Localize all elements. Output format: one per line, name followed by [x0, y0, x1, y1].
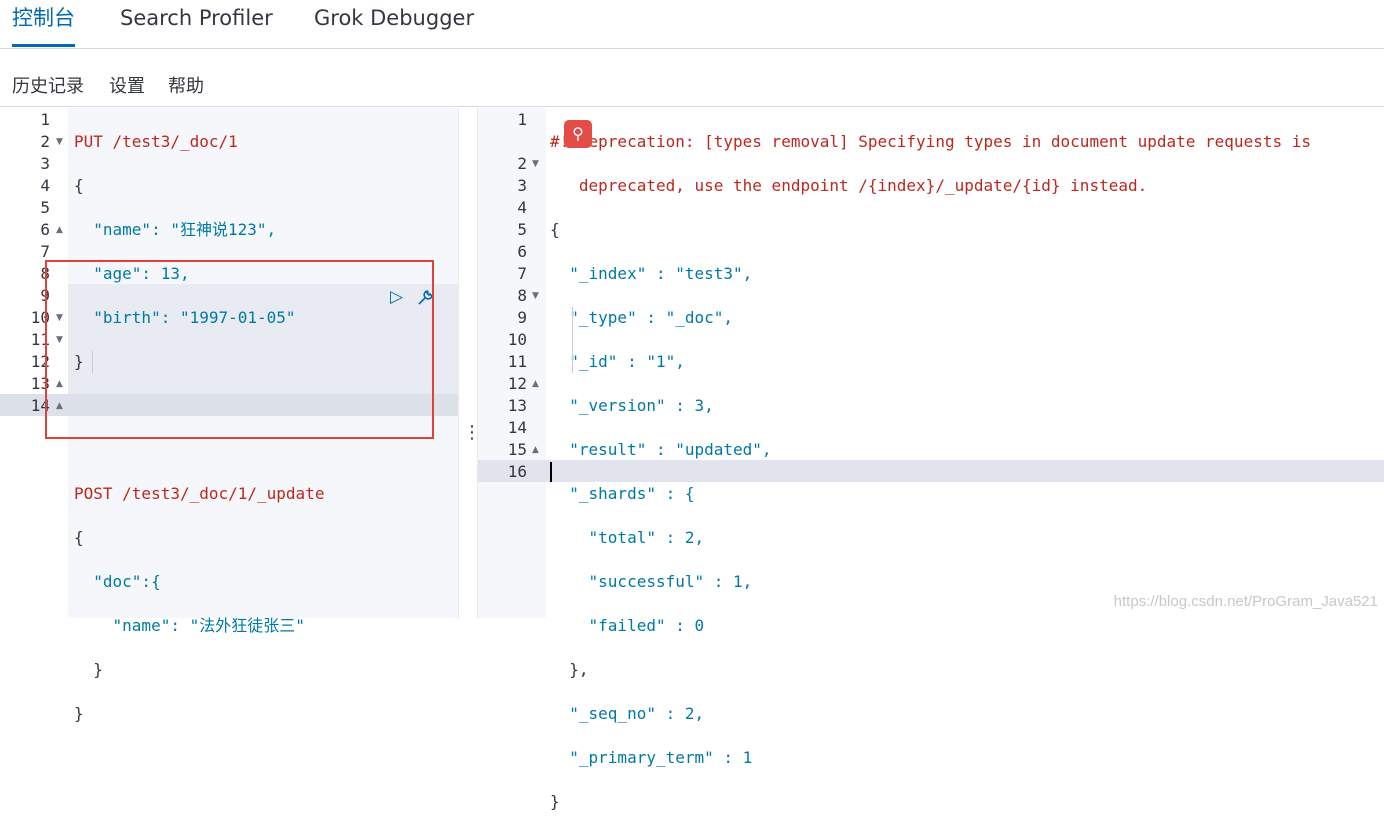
- line-number: 6: [40, 220, 50, 239]
- fold-open-icon[interactable]: ▼: [532, 291, 539, 301]
- line-number: 13: [507, 396, 527, 415]
- tab-search-profiler[interactable]: Search Profiler: [120, 0, 273, 46]
- line-number: 16: [507, 462, 527, 481]
- code-line: "_id" : "1",: [550, 352, 685, 371]
- fold-close-icon[interactable]: ▲: [532, 379, 539, 389]
- line-number: 15: [507, 440, 527, 459]
- watermark: https://blog.csdn.net/ProGram_Java521: [1113, 593, 1378, 610]
- line-number: 5: [40, 198, 50, 217]
- line-number: 7: [517, 264, 527, 283]
- code-line: #! Deprecation: [types removal] Specifyi…: [550, 132, 1311, 151]
- line-number: 1: [517, 110, 527, 129]
- line-number: 5: [517, 220, 527, 239]
- code-line: {: [74, 176, 84, 195]
- text-cursor: [550, 462, 552, 482]
- line-number: 12: [507, 374, 527, 393]
- line-number: 3: [517, 176, 527, 195]
- line-number: 9: [517, 308, 527, 327]
- code-line: "name": "狂神说123",: [74, 220, 277, 239]
- line-number: 2: [40, 132, 50, 151]
- line-number: 4: [517, 198, 527, 217]
- line-number: 6: [517, 242, 527, 261]
- tab-console[interactable]: 控制台: [12, 0, 75, 47]
- code-line: }: [74, 704, 84, 723]
- line-number: 1: [40, 110, 50, 129]
- line-number: 2: [517, 154, 527, 173]
- code-line: "_shards" : {: [550, 484, 695, 503]
- panel-resizer[interactable]: [458, 108, 478, 618]
- code-line: {: [74, 528, 84, 547]
- fold-open-icon[interactable]: ▼: [56, 137, 63, 147]
- tab-grok-debugger[interactable]: Grok Debugger: [314, 0, 474, 46]
- line-number: 4: [40, 176, 50, 195]
- top-tab-bar: 控制台 Search Profiler Grok Debugger: [0, 0, 1384, 49]
- code-line: "failed" : 0: [550, 616, 705, 635]
- code-line: }: [74, 660, 103, 679]
- search-icon[interactable]: ⚲: [564, 120, 592, 148]
- code-line: }: [550, 792, 560, 811]
- console-menu-bar: 历史记录 设置 帮助: [0, 60, 1384, 107]
- settings-link[interactable]: 设置: [109, 72, 145, 98]
- code-line: POST /test3/_doc/1/_update: [74, 484, 325, 503]
- code-line: "name": "法外狂徒张三": [74, 616, 305, 635]
- line-number: 10: [507, 330, 527, 349]
- line-number: 3: [40, 154, 50, 173]
- code-line: "total" : 2,: [550, 528, 705, 547]
- code-line: "successful" : 1,: [550, 572, 753, 591]
- code-line: "_version" : 3,: [550, 396, 714, 415]
- code-line: "_primary_term" : 1: [550, 748, 753, 767]
- fold-open-icon[interactable]: ▼: [532, 159, 539, 169]
- line-number: 7: [40, 242, 50, 261]
- annotation-highlight-box: [45, 260, 434, 439]
- code-line: PUT /test3/_doc/1: [74, 132, 238, 151]
- line-number: 11: [507, 352, 527, 371]
- code-line: "doc":{: [74, 572, 161, 591]
- fold-close-icon[interactable]: ▲: [56, 225, 63, 235]
- code-line: "_type" : "_doc",: [550, 308, 734, 327]
- code-line: "result" : "updated",: [550, 440, 772, 459]
- code-line: "_seq_no" : 2,: [550, 704, 705, 723]
- code-line: },: [550, 660, 589, 679]
- help-link[interactable]: 帮助: [168, 72, 204, 98]
- indent-guide: [572, 307, 573, 373]
- line-number: 14: [507, 418, 527, 437]
- code-line: "_index" : "test3",: [550, 264, 753, 283]
- fold-close-icon[interactable]: ▲: [532, 445, 539, 455]
- response-code: #! Deprecation: [types removal] Specifyi…: [550, 109, 1311, 835]
- history-link[interactable]: 历史记录: [12, 72, 84, 98]
- line-number: 8: [517, 286, 527, 305]
- code-line: {: [550, 220, 560, 239]
- code-line: deprecated, use the endpoint /{index}/_u…: [550, 176, 1148, 195]
